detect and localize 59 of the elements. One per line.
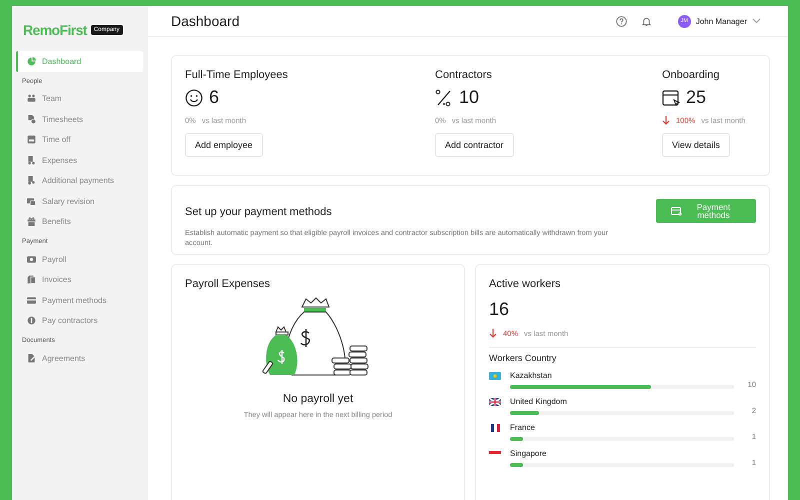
nav-icon [27, 275, 36, 284]
empty-state-title: No payroll yet [282, 393, 354, 405]
stat-title: Contractors [435, 69, 492, 81]
nav-icon [27, 354, 36, 363]
sidebar-item[interactable]: Payroll [16, 249, 143, 270]
stat-value: 10 [459, 87, 480, 108]
page-title: Dashboard [171, 13, 240, 29]
sidebar-item[interactable]: Agreements [16, 348, 143, 368]
app-logo[interactable]: RemoFirst [23, 22, 87, 38]
card-plus-icon [670, 206, 682, 216]
nav-icon [27, 176, 36, 186]
card-title: Payroll Expenses [185, 278, 271, 290]
section-title: Workers Country [489, 353, 558, 363]
sidebar-item[interactable]: Salary revision [16, 191, 143, 212]
nav-icon [27, 254, 36, 264]
stat-value: 6 [209, 87, 220, 108]
sidebar-item[interactable]: Time off [16, 130, 143, 150]
country-name: Kazakhstan [510, 371, 553, 380]
pie-chart-icon [27, 56, 36, 66]
nav-icon [27, 316, 36, 326]
sidebar-item[interactable]: Dashboard [16, 51, 143, 72]
payment-methods-button[interactable]: Payment methods [656, 199, 756, 223]
nav-icon [27, 196, 36, 206]
stat-action-button[interactable]: View details [662, 133, 730, 157]
card-title: Active workers [489, 278, 562, 290]
nav-icon [27, 135, 36, 144]
nav-icon [27, 94, 36, 104]
sidebar-item[interactable]: Invoices [16, 270, 143, 290]
browser-window-icon [662, 88, 680, 106]
country-flag-icon [489, 398, 501, 406]
sidebar-item[interactable]: Team [16, 88, 143, 109]
percent-icon [435, 88, 453, 106]
nav-icon [27, 296, 36, 305]
sidebar-item[interactable]: Payment methods [16, 290, 143, 310]
sidebar-item[interactable]: Additional payments [16, 170, 143, 191]
country-name: United Kingdom [510, 397, 568, 406]
stat-value: 16 [489, 299, 510, 320]
country-flag-icon [489, 424, 501, 432]
sidebar-item[interactable]: Pay contractors [16, 310, 143, 331]
stat-action-button[interactable]: Add employee [185, 133, 263, 157]
user-name: John Manager [696, 16, 747, 26]
bell-icon [640, 16, 652, 26]
stat-action-button[interactable]: Add contractor [435, 133, 514, 157]
nav-icon [27, 217, 36, 226]
country-name: France [510, 423, 536, 432]
country-name: Singapore [510, 449, 548, 458]
country-flag-icon [489, 372, 501, 380]
stat-title: Full-Time Employees [185, 69, 288, 81]
smiley-icon [185, 88, 203, 106]
help-icon [616, 16, 627, 26]
stat-title: Onboarding [662, 69, 720, 81]
sidebar-item[interactable]: Benefits [16, 212, 143, 232]
sidebar-item[interactable]: Expenses [16, 150, 143, 170]
sidebar-item[interactable]: Timesheets [16, 109, 143, 130]
nav-icon [27, 156, 36, 165]
card-title: Set up your payment methods [185, 206, 333, 218]
stat-value: 25 [686, 87, 706, 108]
nav-icon [27, 114, 36, 124]
chevron-down-icon [752, 18, 761, 24]
